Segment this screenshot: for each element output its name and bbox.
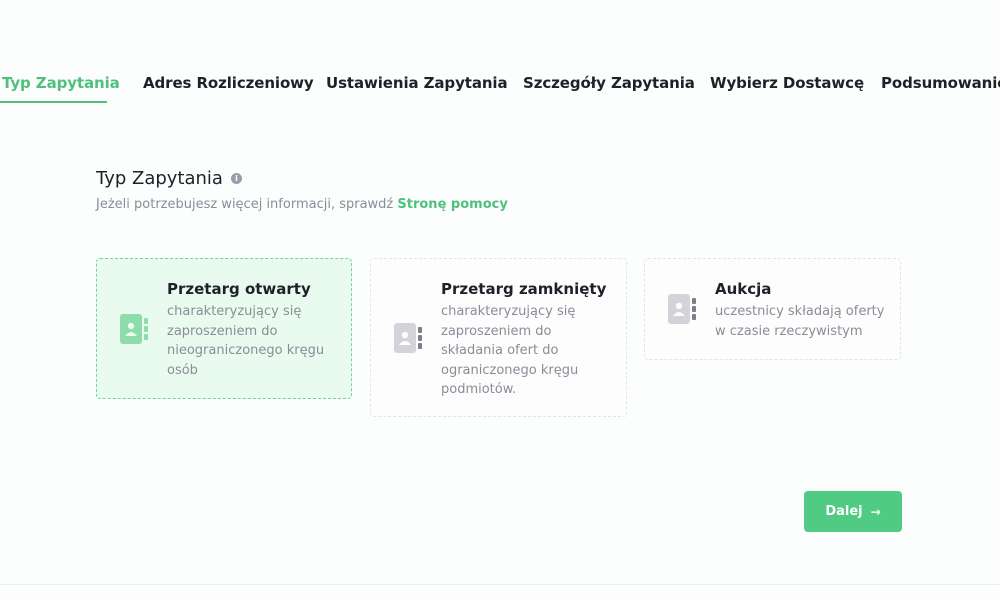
option-description: charakteryzujący się zaproszeniem do skł… <box>441 304 579 397</box>
tab-adres-rozliczeniowy[interactable]: Adres Rozliczeniowy <box>143 74 314 92</box>
option-description: charakteryzujący się zaproszeniem do nie… <box>167 304 325 378</box>
contact-book-icon <box>394 323 422 353</box>
section-heading: Typ Zapytania i <box>96 168 242 189</box>
option-title: Przetarg otwarty <box>167 280 311 298</box>
request-type-page: Typ Zapytania Adres Rozliczeniowy Ustawi… <box>0 0 1000 599</box>
option-description: uczestnicy składają oferty w czasie rzec… <box>715 304 885 339</box>
active-tab-indicator <box>0 101 107 103</box>
section-title: Typ Zapytania <box>96 168 223 189</box>
tab-szczegoly-zapytania[interactable]: Szczegóły Zapytania <box>523 74 695 92</box>
option-title: Aukcja <box>715 280 772 298</box>
help-line: Jeżeli potrzebujesz więcej informacji, s… <box>96 197 508 212</box>
arrow-right-icon: → <box>870 504 881 519</box>
help-page-link[interactable]: Stronę pomocy <box>397 197 507 212</box>
tab-typ-zapytania[interactable]: Typ Zapytania <box>2 74 120 92</box>
contact-book-icon <box>668 294 696 324</box>
footer-divider <box>0 584 1000 585</box>
tab-ustawienia-zapytania[interactable]: Ustawienia Zapytania <box>326 74 508 92</box>
next-button-label: Dalej <box>825 504 863 519</box>
tab-podsumowanie[interactable]: Podsumowanie <box>881 74 1000 92</box>
tab-wybierz-dostawce[interactable]: Wybierz Dostawcę <box>710 74 864 92</box>
wizard-tabs: Typ Zapytania Adres Rozliczeniowy Ustawi… <box>0 74 1000 106</box>
option-card-przetarg-otwarty[interactable]: Przetarg otwarty charakteryzujący się za… <box>96 258 352 399</box>
help-text: Jeżeli potrzebujesz więcej informacji, s… <box>96 197 394 212</box>
contact-book-icon <box>120 314 148 344</box>
info-icon[interactable]: i <box>230 173 242 184</box>
next-button[interactable]: Dalej → <box>804 491 902 532</box>
option-card-przetarg-zamkniety[interactable]: Przetarg zamknięty charakteryzujący się … <box>370 258 627 417</box>
option-card-aukcja[interactable]: Aukcja uczestnicy składają oferty w czas… <box>644 258 901 360</box>
option-title: Przetarg zamknięty <box>441 280 607 298</box>
